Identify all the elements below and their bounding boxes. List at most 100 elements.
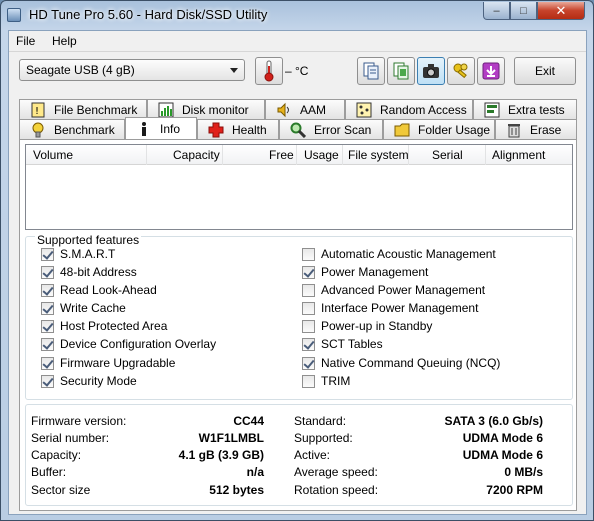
copy-info-button[interactable] (387, 57, 415, 85)
tab-label: Disk monitor (182, 102, 249, 117)
tab-label: Extra tests (508, 102, 565, 117)
column-alignment[interactable]: Alignment (492, 148, 545, 162)
column-divider (408, 145, 409, 165)
screenshot-camera-icon (423, 64, 439, 78)
tab-random-access[interactable]: Random Access (345, 99, 473, 119)
options-button[interactable] (447, 57, 475, 85)
checkbox[interactable] (41, 356, 54, 370)
menu-file[interactable]: File (16, 34, 35, 48)
feature-firmware-upgradable[interactable]: Firmware Upgradable (41, 355, 175, 371)
window-title: HD Tune Pro 5.60 - Hard Disk/SSD Utility (29, 7, 268, 22)
checkbox[interactable] (41, 337, 54, 351)
feature-label: Device Configuration Overlay (60, 337, 217, 351)
feature-device-configuration-overlay[interactable]: Device Configuration Overlay (41, 336, 216, 352)
info-tab-panel: Volume Capacity Free Usage File system S… (19, 139, 577, 511)
feature-smart[interactable]: S.M.A.R.T (41, 246, 115, 262)
feature-48bit-address[interactable]: 48-bit Address (41, 264, 137, 280)
tab-error-scan[interactable]: Error Scan (279, 119, 383, 139)
disk-monitor-icon (158, 102, 174, 118)
feature-sct-tables[interactable]: SCT Tables (302, 336, 383, 352)
copy-info-icon (393, 62, 409, 80)
average-speed-label: Average speed: (294, 465, 378, 479)
checkbox[interactable] (302, 337, 315, 351)
feature-automatic-acoustic-management[interactable]: Automatic Acoustic Management (302, 246, 496, 262)
column-divider (485, 145, 486, 165)
checkbox[interactable] (302, 265, 315, 279)
checkbox[interactable] (41, 301, 54, 315)
folder-icon (394, 122, 410, 138)
checkbox[interactable] (302, 247, 315, 261)
menu-help[interactable]: Help (52, 34, 77, 48)
checkbox[interactable] (302, 319, 315, 333)
save-button[interactable] (477, 57, 505, 85)
supported-value: UDMA Mode 6 (462, 431, 543, 445)
checkbox[interactable] (302, 301, 315, 315)
title-bar[interactable]: HD Tune Pro 5.60 - Hard Disk/SSD Utility… (1, 1, 593, 29)
tab-label: Health (232, 122, 267, 137)
feature-power-up-in-standby[interactable]: Power-up in Standby (302, 318, 432, 334)
buffer-value: n/a (246, 465, 264, 479)
tab-health[interactable]: Health (197, 119, 279, 139)
column-divider (146, 145, 147, 165)
checkbox[interactable] (41, 283, 54, 297)
checkbox[interactable] (41, 265, 54, 279)
tab-aam[interactable]: AAM (265, 99, 345, 119)
temperature-button[interactable] (255, 57, 283, 85)
tab-benchmark[interactable]: Benchmark (19, 119, 125, 139)
close-button[interactable]: ✕ (537, 2, 585, 20)
capacity-label: Capacity: (31, 448, 82, 462)
tab-info[interactable]: Info (125, 117, 197, 139)
feature-label: Firmware Upgradable (60, 356, 176, 370)
feature-label: 48-bit Address (60, 265, 137, 279)
checkbox[interactable] (302, 356, 315, 370)
random-access-icon (356, 102, 372, 118)
chevron-down-icon (230, 68, 238, 73)
feature-ncq[interactable]: Native Command Queuing (NCQ) (302, 355, 500, 371)
rotation-speed-value: 7200 RPM (486, 483, 543, 497)
tab-extra-tests[interactable]: Extra tests (473, 99, 577, 119)
temperature-readout: – °C (285, 64, 309, 78)
feature-power-management[interactable]: Power Management (302, 264, 428, 280)
column-usage[interactable]: Usage (304, 148, 339, 162)
feature-security-mode[interactable]: Security Mode (41, 373, 137, 389)
column-divider (296, 145, 297, 165)
feature-advanced-power-management[interactable]: Advanced Power Management (302, 282, 485, 298)
checkbox[interactable] (41, 319, 54, 333)
tab-erase[interactable]: Erase (495, 119, 577, 139)
screenshot-button[interactable] (417, 57, 445, 85)
checkbox[interactable] (302, 283, 315, 297)
feature-label: Read Look-Ahead (60, 283, 157, 297)
exit-button[interactable]: Exit (514, 57, 576, 85)
checkbox[interactable] (41, 374, 54, 388)
feature-write-cache[interactable]: Write Cache (41, 300, 126, 316)
feature-label: Advanced Power Management (321, 283, 486, 297)
tab-disk-monitor[interactable]: Disk monitor (147, 99, 265, 119)
maximize-button[interactable]: □ (510, 2, 537, 20)
feature-host-protected-area[interactable]: Host Protected Area (41, 318, 167, 334)
feature-interface-power-management[interactable]: Interface Power Management (302, 300, 478, 316)
copy-text-button[interactable] (357, 57, 385, 85)
feature-label: Power-up in Standby (321, 319, 433, 333)
volume-table[interactable]: Volume Capacity Free Usage File system S… (25, 144, 573, 230)
checkbox[interactable] (41, 247, 54, 261)
column-divider (342, 145, 343, 165)
standard-value: SATA 3 (6.0 Gb/s) (444, 414, 543, 428)
column-free[interactable]: Free (269, 148, 294, 162)
column-serial[interactable]: Serial (432, 148, 463, 162)
thermometer-icon (264, 60, 274, 82)
column-volume[interactable]: Volume (33, 148, 73, 162)
file-benchmark-icon: ! (30, 102, 46, 118)
tab-file-benchmark[interactable]: ! File Benchmark (19, 99, 147, 119)
serial-label: Serial number: (31, 431, 110, 445)
feature-read-look-ahead[interactable]: Read Look-Ahead (41, 282, 157, 298)
checkbox[interactable] (302, 374, 315, 388)
menu-divider (9, 51, 586, 52)
minimize-button[interactable]: – (483, 2, 510, 20)
column-file-system[interactable]: File system (348, 148, 409, 162)
drive-dropdown[interactable]: Seagate USB (4 gB) (19, 59, 245, 81)
info-icon (136, 121, 152, 137)
column-capacity[interactable]: Capacity (173, 148, 220, 162)
feature-trim[interactable]: TRIM (302, 373, 350, 389)
serial-value: W1F1LMBL (198, 431, 264, 445)
tab-folder-usage[interactable]: Folder Usage (383, 119, 495, 139)
